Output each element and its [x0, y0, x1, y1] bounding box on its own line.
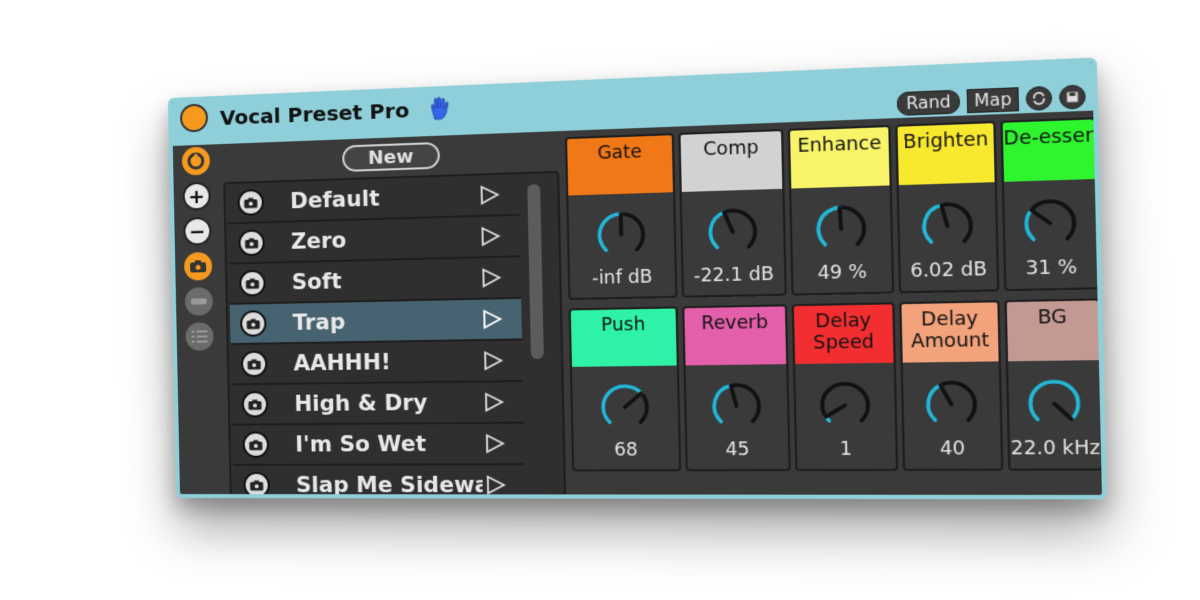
knob-label: Brighten — [897, 123, 995, 186]
camera-icon[interactable] — [239, 310, 267, 337]
preset-row[interactable]: Zero — [228, 215, 521, 265]
dial-knob[interactable] — [919, 375, 983, 434]
knob-value: 22.0 kHz — [1010, 437, 1101, 460]
knob-label: Gate — [567, 135, 673, 196]
knob-cell: Enhance 49 % — [787, 124, 895, 296]
preset-row[interactable]: I'm So Wet — [232, 423, 525, 466]
preset-row[interactable]: AAHHH! — [230, 340, 523, 386]
knob-value: 45 — [725, 439, 750, 461]
dial-knob[interactable] — [702, 202, 764, 261]
preset-name: Soft — [291, 268, 342, 295]
knob-label: De-esser — [1002, 119, 1095, 182]
camera-icon[interactable] — [240, 350, 268, 378]
knob-cell: Reverb 45 — [682, 304, 791, 472]
knob-cell: Delay Amount 40 — [899, 300, 1004, 471]
knob-value: -inf dB — [591, 266, 653, 290]
preset-row[interactable]: Soft — [228, 257, 522, 305]
knob-value: 49 % — [817, 261, 868, 285]
knob-label: BG — [1006, 300, 1099, 362]
knob-label: Reverb — [684, 306, 787, 366]
camera-icon[interactable] — [241, 391, 269, 418]
preset-name: I'm So Wet — [294, 431, 427, 457]
knob-cell: De-esser 31 % — [1000, 117, 1100, 292]
title-toolbar: Rand Map — [896, 78, 1086, 116]
device-title: Vocal Preset Pro — [219, 97, 410, 131]
camera-icon[interactable] — [183, 251, 213, 281]
preset-row[interactable]: Slap Me Sideway — [233, 465, 526, 500]
list-icon[interactable] — [185, 322, 214, 351]
preset-row[interactable]: High & Dry — [231, 382, 524, 426]
preset-name: High & Dry — [294, 390, 428, 417]
play-icon[interactable] — [479, 226, 501, 247]
preset-name: Zero — [290, 228, 347, 254]
preset-list: Default Zero Soft Trap AAHHH! High & Dry I'm S… — [223, 170, 567, 500]
play-icon[interactable] — [480, 267, 502, 288]
camera-icon[interactable] — [238, 229, 265, 257]
camera-icon[interactable] — [242, 431, 270, 458]
knob-cell: Brighten 6.02 dB — [895, 120, 1000, 294]
map-button[interactable]: Map — [967, 87, 1020, 114]
vocal-preset-device: Vocal Preset Pro Rand Map + − New Defaul… — [167, 57, 1107, 500]
play-icon[interactable] — [482, 350, 504, 371]
preset-name: Slap Me Sideway — [295, 472, 483, 498]
dial-knob[interactable] — [1017, 193, 1083, 254]
device-activator-dot[interactable] — [179, 103, 209, 133]
dial-knob[interactable] — [1021, 374, 1087, 434]
preset-name: AAHHH! — [293, 349, 392, 376]
knob-value: 6.02 dB — [909, 258, 988, 283]
preset-name: Default — [289, 186, 380, 214]
play-icon[interactable] — [481, 309, 503, 330]
knob-label: Push — [570, 308, 677, 367]
knob-cell: Comp -22.1 dB — [678, 128, 787, 298]
preset-scrollbar[interactable] — [527, 183, 544, 360]
sidebar: + − — [179, 146, 217, 351]
knob-value: 31 % — [1025, 256, 1078, 280]
play-icon[interactable] — [485, 475, 507, 496]
save-icon[interactable] — [1058, 84, 1086, 110]
dial-knob[interactable] — [706, 377, 768, 435]
dial-knob[interactable] — [810, 199, 873, 259]
knob-grid: Gate -inf dB Comp -22.1 dB Enhance 49 % Bright… — [564, 117, 1105, 498]
camera-icon[interactable] — [237, 188, 265, 216]
knob-cell: BG 22.0 kHz — [1004, 298, 1104, 471]
new-preset-button[interactable]: New — [342, 141, 441, 173]
rand-button[interactable]: Rand — [896, 89, 961, 116]
rect-icon[interactable] — [184, 287, 214, 316]
knob-label: Enhance — [790, 127, 890, 189]
knob-cell: Push 68 — [568, 306, 682, 472]
device-wrapper: Vocal Preset Pro Rand Map + − New Defaul… — [167, 57, 1107, 500]
knob-cell: Delay Speed 1 — [791, 302, 899, 472]
dial-knob[interactable] — [595, 378, 655, 435]
power-icon[interactable] — [181, 146, 211, 176]
plus-icon[interactable]: + — [182, 181, 211, 211]
dial-knob[interactable] — [814, 376, 877, 435]
camera-icon[interactable] — [239, 269, 266, 297]
play-icon[interactable] — [478, 184, 500, 205]
play-icon[interactable] — [483, 392, 505, 413]
preset-row[interactable]: Trap — [229, 298, 523, 346]
knob-label: Comp — [680, 131, 783, 192]
refresh-icon[interactable] — [1025, 85, 1053, 111]
camera-icon[interactable] — [243, 471, 271, 499]
knob-cell: Gate -inf dB — [564, 133, 678, 301]
dial-knob[interactable] — [915, 196, 979, 256]
knob-value: 40 — [939, 438, 966, 461]
knob-value: 68 — [613, 439, 638, 461]
dial-knob[interactable] — [591, 206, 651, 264]
knob-value: 1 — [839, 438, 853, 461]
play-icon[interactable] — [484, 433, 506, 454]
hand-icon — [428, 96, 452, 122]
minus-icon[interactable]: − — [183, 216, 212, 246]
knob-label: Delay Amount — [901, 302, 999, 363]
knob-value: -22.1 dB — [693, 263, 775, 287]
knob-label: Delay Speed — [793, 304, 894, 365]
preset-name: Trap — [292, 309, 346, 335]
